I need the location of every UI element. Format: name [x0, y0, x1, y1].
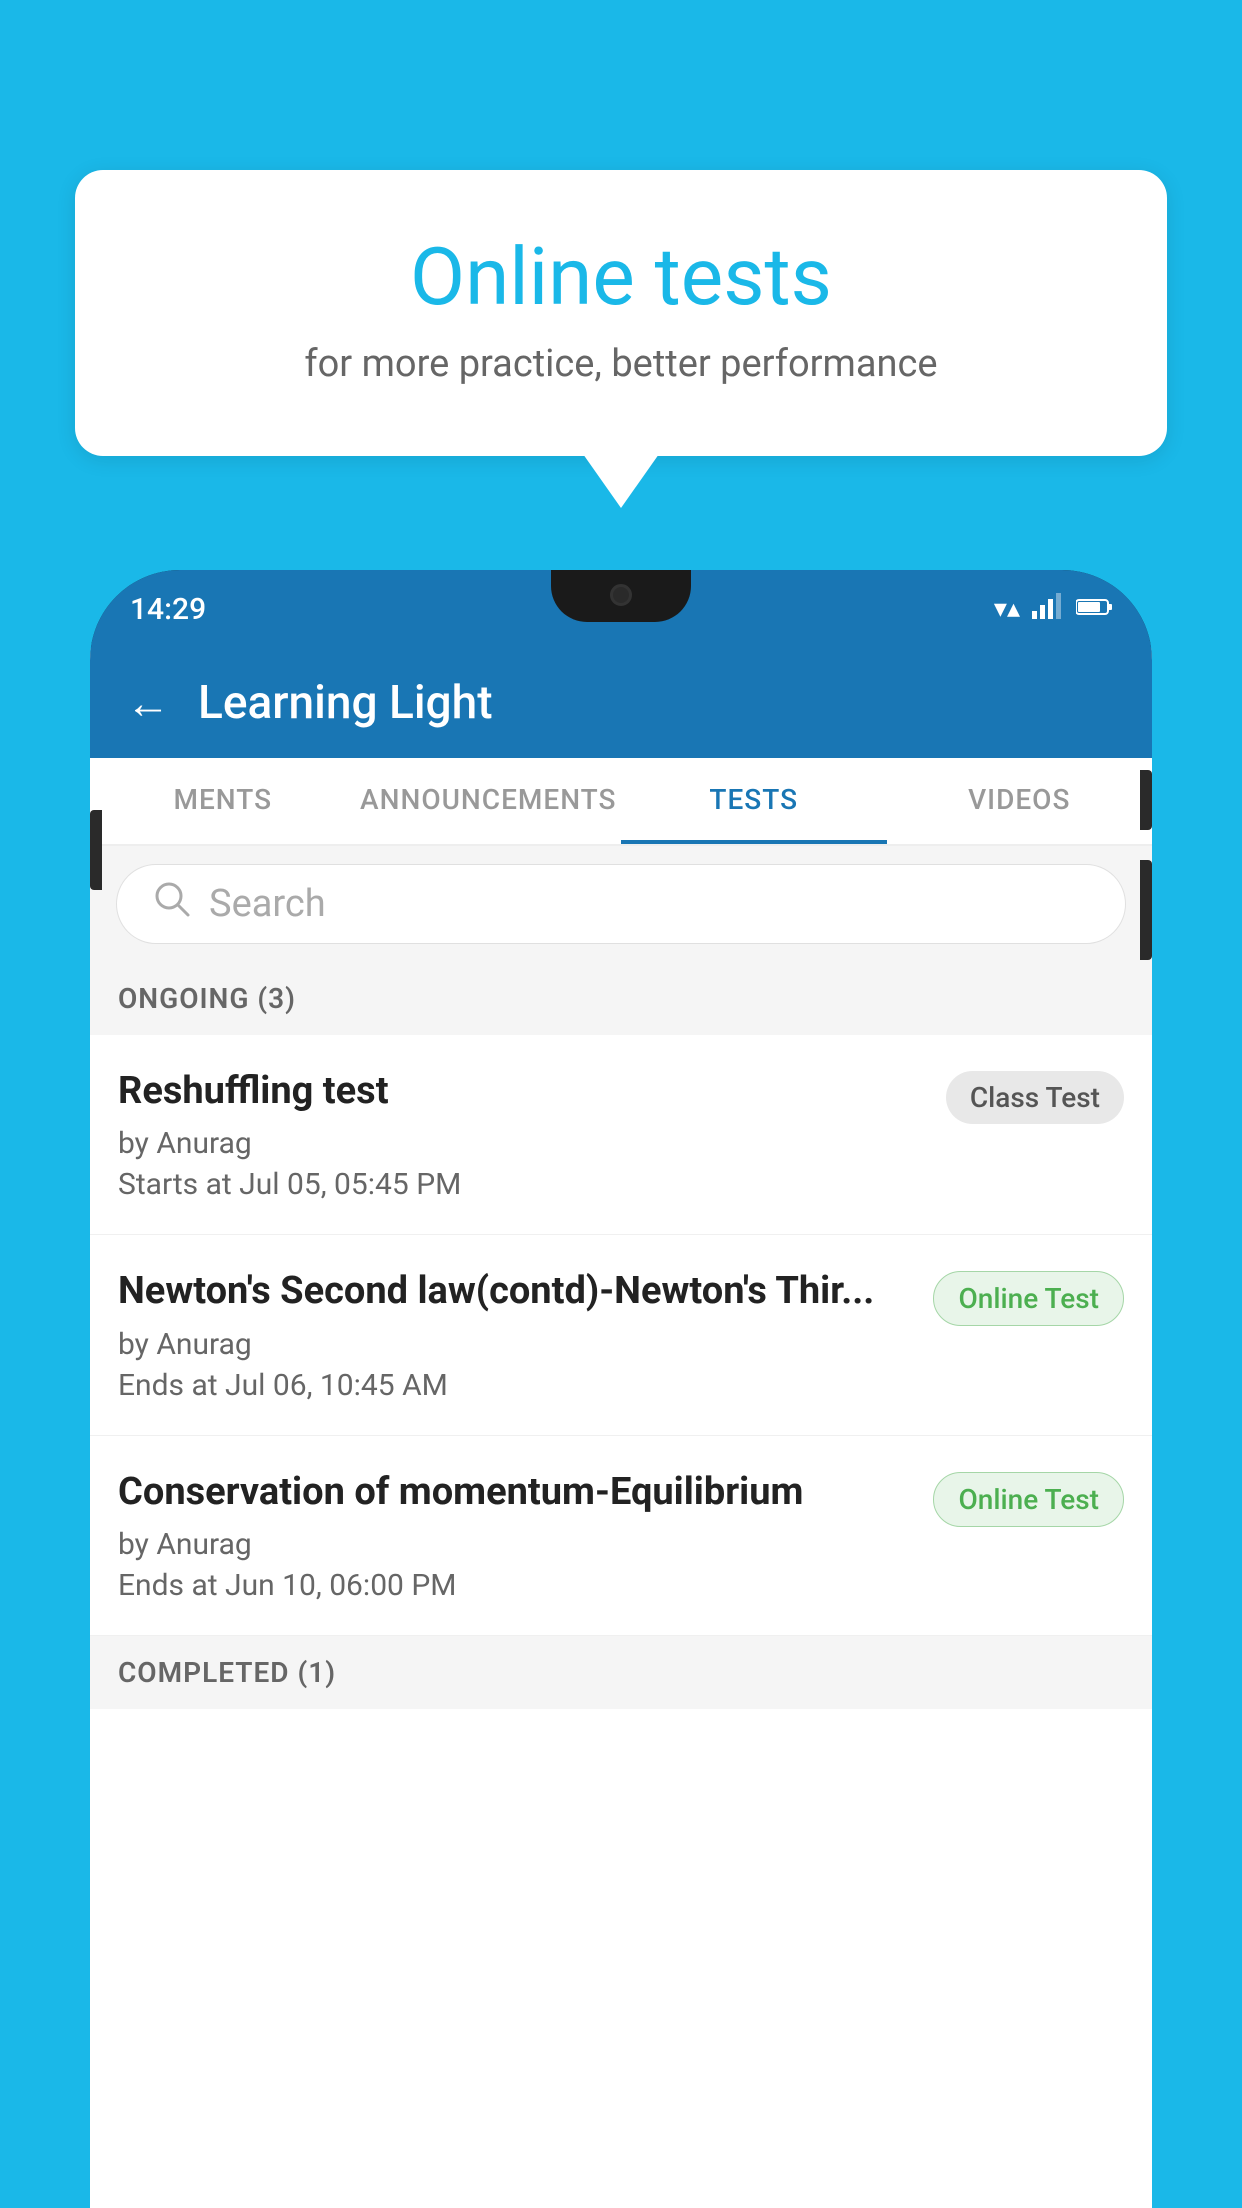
- battery-icon: [1076, 594, 1112, 624]
- test-item[interactable]: Reshuffling test by Anurag Starts at Jul…: [90, 1035, 1152, 1235]
- completed-section-header: COMPLETED (1): [90, 1636, 1152, 1709]
- test-date: Starts at Jul 05, 05:45 PM: [118, 1167, 926, 1202]
- tab-tests[interactable]: TESTS: [621, 758, 887, 844]
- test-badge-online: Online Test: [933, 1271, 1124, 1326]
- wifi-icon: ▾▴: [994, 594, 1020, 624]
- test-list: Reshuffling test by Anurag Starts at Jul…: [90, 1035, 1152, 2208]
- status-time: 14:29: [130, 592, 206, 627]
- status-icons: ▾▴: [994, 593, 1112, 626]
- search-placeholder: Search: [209, 882, 326, 926]
- tabs-bar: MENTS ANNOUNCEMENTS TESTS VIDEOS: [90, 758, 1152, 846]
- test-badge-class: Class Test: [946, 1071, 1124, 1124]
- signal-icon: [1032, 593, 1064, 626]
- phone-frame: 14:29 ▾▴: [90, 570, 1152, 2208]
- bubble-subtitle: for more practice, better performance: [155, 342, 1087, 386]
- volume-down-button: [1140, 860, 1152, 960]
- status-bar: 14:29 ▾▴: [90, 570, 1152, 648]
- tab-ments[interactable]: MENTS: [90, 758, 356, 844]
- search-icon: [153, 880, 191, 928]
- tab-announcements[interactable]: ANNOUNCEMENTS: [356, 758, 622, 844]
- app-bar: ← Learning Light: [90, 648, 1152, 758]
- tab-videos[interactable]: VIDEOS: [887, 758, 1153, 844]
- test-author: by Anurag: [118, 1527, 913, 1562]
- search-input[interactable]: Search: [116, 864, 1126, 944]
- ongoing-section-header: ONGOING (3): [90, 962, 1152, 1035]
- search-container: Search: [90, 846, 1152, 962]
- test-title: Conservation of momentum-Equilibrium: [118, 1468, 913, 1517]
- test-date: Ends at Jun 10, 06:00 PM: [118, 1568, 913, 1603]
- test-info: Conservation of momentum-Equilibrium by …: [118, 1468, 933, 1603]
- power-button: [1140, 770, 1152, 830]
- test-date: Ends at Jul 06, 10:45 AM: [118, 1368, 913, 1403]
- phone-content: ← Learning Light MENTS ANNOUNCEMENTS TES…: [90, 648, 1152, 2208]
- volume-button: [90, 810, 102, 890]
- speech-bubble: Online tests for more practice, better p…: [75, 170, 1167, 456]
- test-title: Newton's Second law(contd)-Newton's Thir…: [118, 1267, 913, 1316]
- test-info: Newton's Second law(contd)-Newton's Thir…: [118, 1267, 933, 1402]
- test-info: Reshuffling test by Anurag Starts at Jul…: [118, 1067, 946, 1202]
- test-title: Reshuffling test: [118, 1067, 926, 1116]
- bubble-title: Online tests: [155, 230, 1087, 324]
- test-author: by Anurag: [118, 1327, 913, 1362]
- test-item[interactable]: Newton's Second law(contd)-Newton's Thir…: [90, 1235, 1152, 1435]
- test-author: by Anurag: [118, 1126, 926, 1161]
- front-camera: [610, 584, 632, 606]
- phone-notch: [551, 570, 691, 622]
- back-button[interactable]: ←: [126, 677, 170, 729]
- app-bar-title: Learning Light: [198, 676, 493, 730]
- test-badge-online-2: Online Test: [933, 1472, 1124, 1527]
- test-item[interactable]: Conservation of momentum-Equilibrium by …: [90, 1436, 1152, 1636]
